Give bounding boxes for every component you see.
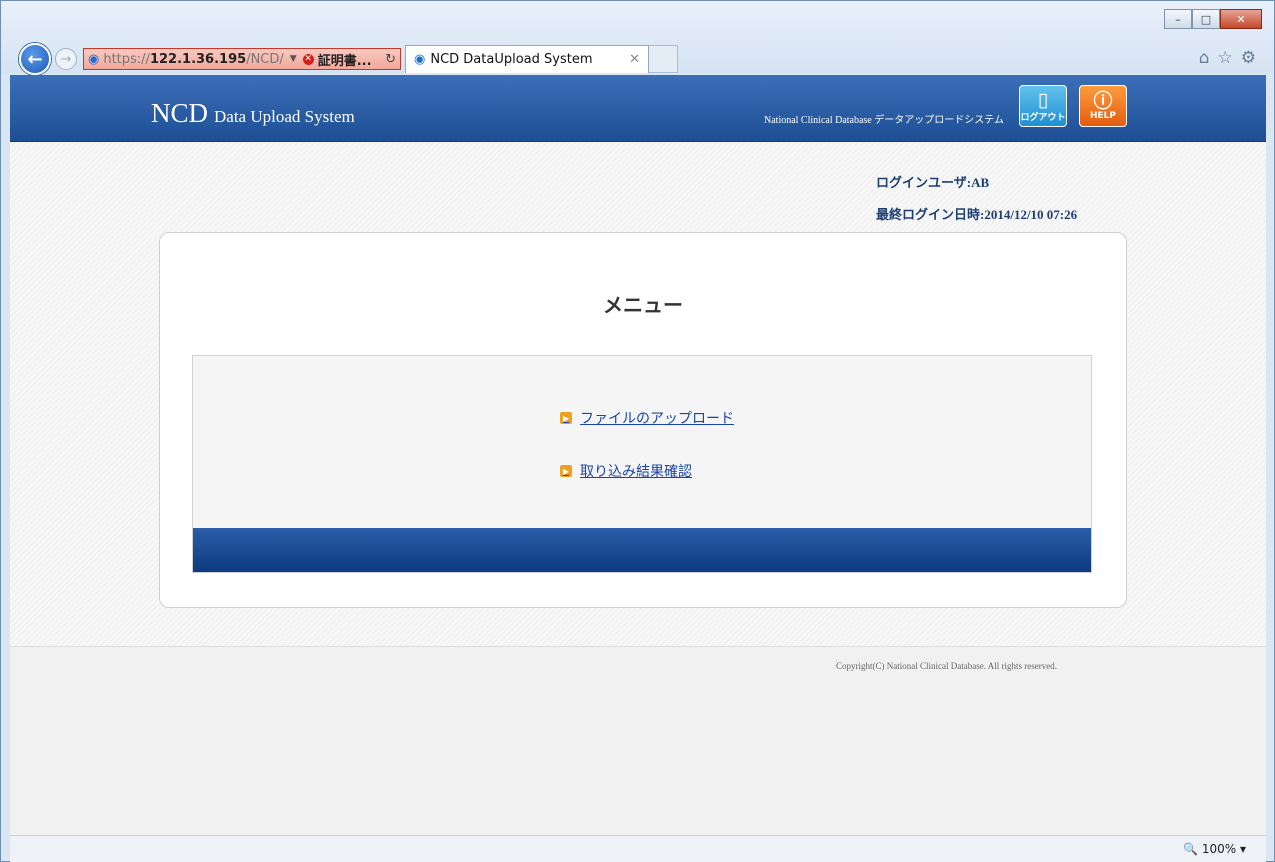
zoom-control[interactable]: 🔍 100% ▾ — [1183, 842, 1246, 856]
site-tagline: National Clinical Database データアップロードシステム — [764, 115, 1004, 126]
url-scheme: https:// — [103, 51, 150, 67]
certificate-error-icon: ✕ — [302, 53, 314, 65]
back-arrow-icon: ← — [27, 48, 43, 70]
help-question-icon: ⓘ — [1093, 90, 1113, 112]
logout-button[interactable]: ▯ ログアウト — [1019, 85, 1067, 127]
page-footer — [10, 646, 1266, 835]
tab-ncd-dataupload[interactable]: ◉ NCD DataUpload System ✕ — [405, 45, 649, 73]
menu-link-file-upload[interactable]: ▶ ファイルのアップロード — [560, 408, 734, 428]
browser-window: – □ ✕ ← → ◉ https:// 122.1.36.195 /NCD/ … — [0, 0, 1275, 862]
menu-panel-footer-bar — [193, 528, 1091, 572]
site-header: NCD Data Upload System National Clinical … — [10, 75, 1266, 142]
new-tab-button[interactable] — [649, 45, 678, 73]
url-host: 122.1.36.195 — [149, 51, 247, 67]
ie-tab-icon: ◉ — [414, 52, 426, 67]
back-button[interactable]: ← — [19, 43, 51, 75]
close-tab-icon[interactable]: ✕ — [629, 52, 640, 67]
zoom-magnifier-icon: 🔍 — [1183, 842, 1198, 856]
menu-panel: ▶ ファイルのアップロード ▶ 取り込み結果確認 — [192, 355, 1092, 573]
certificate-error-label[interactable]: 証明書... — [318, 50, 372, 69]
zoom-dropdown-icon[interactable]: ▾ — [1240, 842, 1246, 856]
copyright-text: Copyright(C) National Clinical Database.… — [836, 661, 1057, 671]
address-dropdown-icon[interactable]: ▼ — [290, 54, 297, 64]
login-user-info: ログインユーザ:AB — [876, 175, 990, 190]
url-path: /NCD/ — [246, 51, 284, 67]
maximize-button[interactable]: □ — [1192, 9, 1220, 29]
favorites-star-icon[interactable]: ☆ — [1218, 48, 1233, 68]
status-bar: 🔍 100% ▾ — [10, 835, 1266, 862]
help-button[interactable]: ⓘ HELP — [1079, 85, 1127, 127]
minimize-button[interactable]: – — [1164, 9, 1192, 29]
window-controls: – □ ✕ — [1164, 9, 1262, 29]
close-window-button[interactable]: ✕ — [1220, 9, 1262, 29]
forward-button[interactable]: → — [55, 48, 77, 70]
help-label: HELP — [1089, 111, 1116, 121]
arrow-bullet-icon: ▶ — [560, 465, 572, 477]
logo-main: NCD — [151, 98, 209, 128]
logout-monitor-icon: ▯ — [1037, 88, 1049, 111]
refresh-icon[interactable]: ↻ — [385, 52, 396, 67]
ie-page-icon: ◉ — [88, 51, 100, 67]
zoom-level: 100% — [1201, 842, 1237, 856]
forward-arrow-icon: → — [60, 51, 72, 67]
home-icon[interactable]: ⌂ — [1199, 48, 1210, 68]
menu-item-label: ファイルのアップロード — [580, 411, 734, 427]
logo-sub: Data Upload System — [214, 107, 355, 126]
browser-titlebar: – □ ✕ ← → ◉ https:// 122.1.36.195 /NCD/ … — [1, 1, 1274, 75]
logout-label: ログアウト — [1020, 112, 1066, 123]
menu-link-import-results[interactable]: ▶ 取り込み結果確認 — [560, 461, 692, 481]
page-viewport: NCD Data Upload System National Clinical … — [10, 75, 1266, 835]
site-logo: NCD Data Upload System — [151, 98, 355, 129]
navigation-bar: ← → ◉ https:// 122.1.36.195 /NCD/ ▼ ✕ 証明… — [19, 43, 678, 75]
last-login-info: 最終ログイン日時:2014/12/10 07:26 — [876, 207, 1078, 222]
address-bar[interactable]: ◉ https:// 122.1.36.195 /NCD/ ▼ ✕ 証明書...… — [83, 48, 401, 70]
menu-item-label: 取り込み結果確認 — [580, 464, 692, 480]
settings-gear-icon[interactable]: ⚙ — [1241, 48, 1256, 68]
arrow-bullet-icon: ▶ — [560, 412, 572, 424]
menu-card: メニュー ▶ ファイルのアップロード ▶ 取り込み結果確認 — [159, 232, 1127, 608]
page-title: メニュー — [603, 293, 683, 317]
tab-title: NCD DataUpload System — [430, 52, 593, 67]
browser-toolbar: ⌂ ☆ ⚙ — [1199, 48, 1256, 68]
